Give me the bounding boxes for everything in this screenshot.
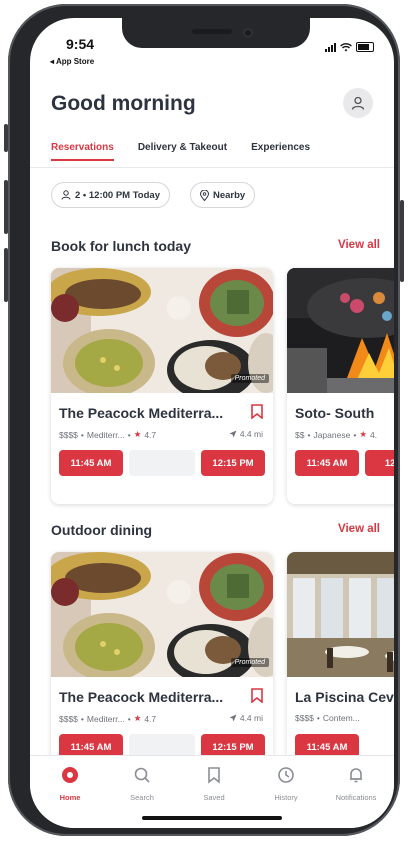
nav-search[interactable]: Search — [112, 766, 172, 802]
time-slot-button[interactable]: 11:45 AM — [295, 450, 359, 476]
restaurant-name: La Piscina Cevic — [295, 689, 394, 705]
cuisine: Contem... — [322, 713, 360, 723]
price-range: $$$$ — [295, 713, 314, 723]
tab-delivery-takeout[interactable]: Delivery & Takeout — [138, 142, 227, 161]
person-icon — [61, 190, 71, 200]
rating: 4.7 — [144, 713, 157, 724]
cuisine: Mediterr... — [86, 713, 125, 724]
bookmark-icon[interactable] — [251, 688, 263, 703]
cuisine: Japanese — [313, 429, 351, 440]
status-icons — [325, 42, 374, 52]
time-slot-unavailable — [129, 450, 195, 476]
section-title-outdoor: Outdoor dining — [51, 522, 153, 538]
restaurant-card-peacock[interactable]: Promoted The Peacock Mediterra... $$$$ • … — [51, 268, 273, 504]
party-time-chip[interactable]: 2 • 12:00 PM Today — [51, 182, 170, 208]
tab-reservations[interactable]: Reservations — [51, 142, 114, 161]
distance-value: 4.4 mi — [239, 713, 263, 723]
nav-saved[interactable]: Saved — [184, 766, 244, 802]
star-icon: ★ — [133, 429, 142, 439]
restaurant-photo: Promoted — [51, 268, 273, 393]
notch — [122, 18, 310, 48]
bookmark-icon — [208, 767, 220, 784]
price-range: $$ — [295, 429, 305, 440]
nav-label: History — [274, 793, 298, 802]
page-title: Good morning — [51, 92, 196, 115]
bell-icon — [350, 768, 362, 783]
time-slot-button[interactable]: 12:15 PM — [201, 450, 265, 476]
volume-up-button — [4, 180, 8, 234]
camera — [243, 28, 253, 38]
power-button — [400, 200, 404, 282]
restaurant-name: The Peacock Mediterra... — [59, 689, 224, 705]
price-range: $$$$ — [59, 713, 78, 724]
price-range: $$$$ — [59, 429, 78, 440]
star-icon: ★ — [133, 713, 142, 723]
distance-value: 4.4 mi — [239, 429, 263, 439]
search-icon — [134, 767, 150, 783]
wifi-icon — [340, 42, 352, 51]
volume-down-button — [4, 248, 8, 302]
party-time-label: 2 • 12:00 PM Today — [75, 189, 160, 201]
section-title-lunch: Book for lunch today — [51, 238, 191, 254]
signal-icon — [325, 42, 336, 52]
rating: 4. — [369, 429, 378, 440]
nearby-chip[interactable]: Nearby — [190, 182, 256, 208]
bottom-nav: Home Search Saved History Notifications — [30, 755, 394, 828]
star-icon: ★ — [359, 429, 367, 439]
speaker — [192, 29, 232, 34]
navigation-arrow-icon — [229, 714, 237, 722]
tab-experiences[interactable]: Experiences — [251, 142, 310, 161]
location-pin-icon — [200, 189, 209, 201]
restaurant-meta: $$$$ • Contem... — [295, 713, 360, 723]
restaurant-photo — [287, 552, 394, 677]
home-icon — [62, 767, 78, 783]
profile-button[interactable] — [343, 88, 373, 118]
battery-icon — [356, 42, 374, 52]
restaurant-photo — [287, 268, 394, 393]
view-all-outdoor-link[interactable]: View all — [338, 523, 380, 535]
cuisine: Mediterr... — [86, 429, 125, 440]
phone-frame: 9:54 ◂ App Store Good morning Reservatio… — [4, 4, 404, 836]
restaurant-card-la-piscina[interactable]: La Piscina Cevic $$$$• Contem... 11:45 A… — [287, 552, 394, 788]
view-all-lunch-link[interactable]: View all — [338, 239, 380, 251]
status-time: 9:54 — [66, 36, 95, 52]
user-icon — [351, 96, 365, 110]
nav-label: Notifications — [335, 793, 377, 802]
restaurant-meta: $$$$ • Mediterr... • ★ 4.7 — [59, 429, 157, 440]
time-slot-button[interactable]: 12:00 — [365, 450, 394, 476]
rating: 4.7 — [144, 429, 157, 440]
app-screen: 9:54 ◂ App Store Good morning Reservatio… — [30, 18, 394, 828]
home-indicator — [142, 816, 282, 820]
distance: 4.4 mi — [229, 429, 263, 439]
back-to-app-store[interactable]: ◂ App Store — [50, 57, 94, 66]
category-tabs: Reservations Delivery & Takeout Experien… — [51, 142, 310, 161]
restaurant-card-soto[interactable]: Soto- South $$ • Japanese • ★ 4. 11:45 AM … — [287, 268, 394, 504]
bookmark-icon[interactable] — [251, 404, 263, 419]
nav-label: Search — [130, 793, 154, 802]
navigation-arrow-icon — [229, 430, 237, 438]
restaurant-photo: Promoted — [51, 552, 273, 677]
restaurant-name: The Peacock Mediterra... — [59, 405, 224, 421]
nav-home[interactable]: Home — [40, 766, 100, 802]
restaurant-meta: $$$$ • Mediterr... • ★ 4.7 — [59, 713, 157, 724]
restaurant-name: Soto- South — [295, 405, 375, 421]
tabs-divider — [30, 167, 394, 168]
promoted-badge: Promoted — [230, 374, 269, 383]
nav-label: Saved — [203, 793, 225, 802]
promoted-badge: Promoted — [230, 658, 269, 667]
restaurant-meta: $$ • Japanese • ★ 4. — [295, 429, 378, 440]
nav-history[interactable]: History — [256, 766, 316, 802]
distance: 4.4 mi — [229, 713, 263, 723]
restaurant-card-peacock-outdoor[interactable]: Promoted The Peacock Mediterra... $$$$ • … — [51, 552, 273, 788]
history-icon — [278, 767, 294, 783]
nearby-label: Nearby — [213, 189, 246, 201]
time-slot-button[interactable]: 11:45 AM — [59, 450, 123, 476]
nav-label: Home — [59, 793, 81, 802]
mute-switch — [4, 124, 8, 152]
nav-notifications[interactable]: Notifications — [326, 766, 386, 802]
